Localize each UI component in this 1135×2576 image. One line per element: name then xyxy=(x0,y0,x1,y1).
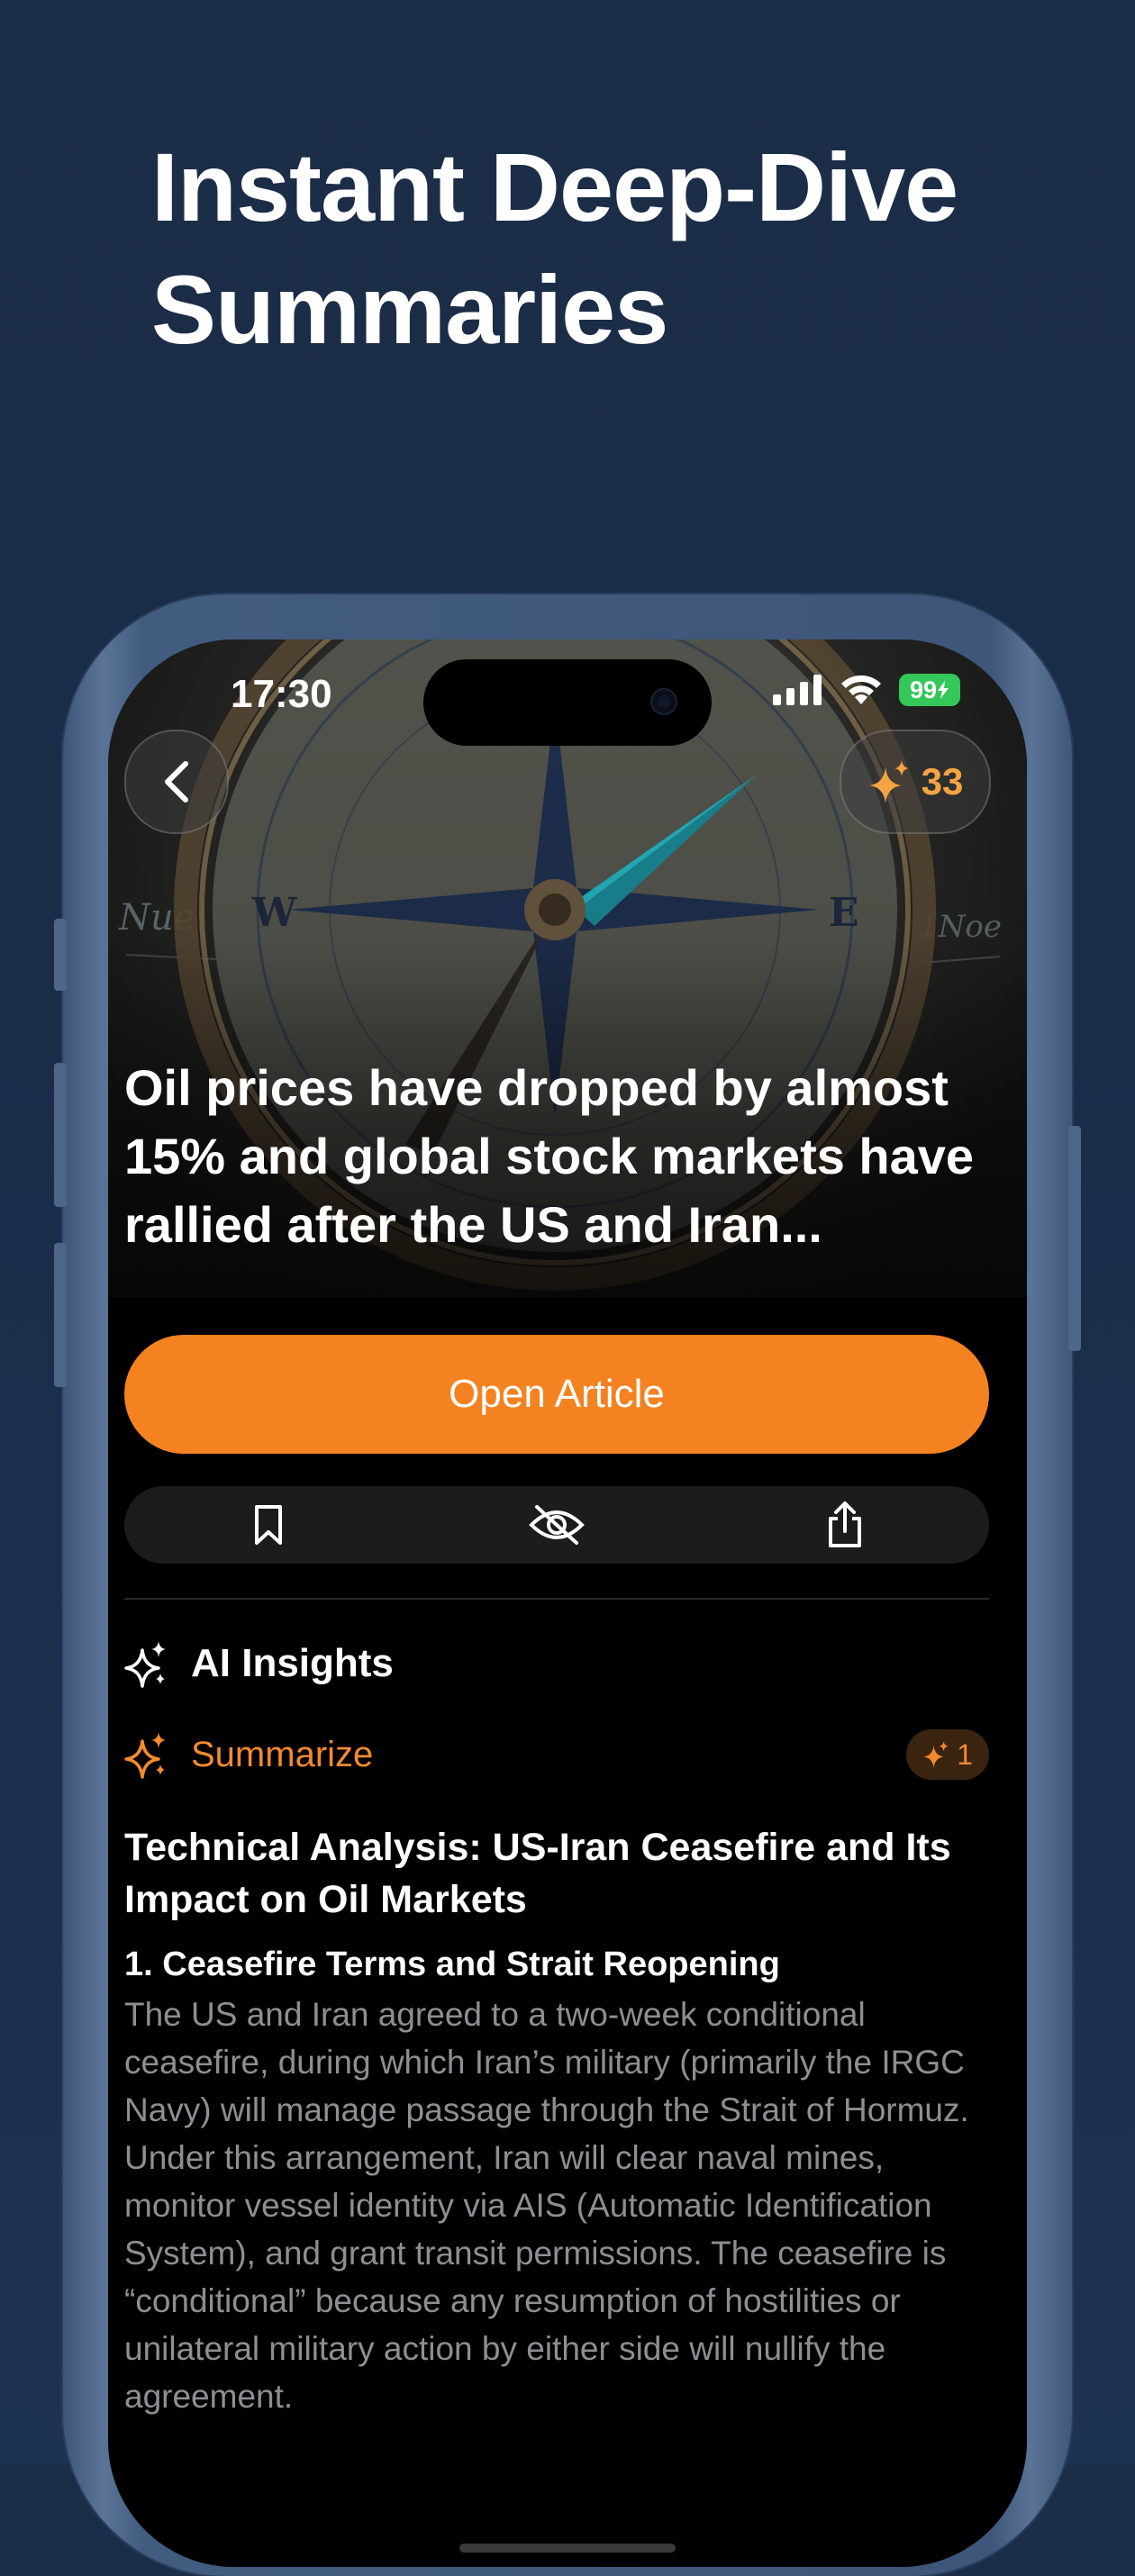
credits-count: 33 xyxy=(921,760,964,803)
summary-section-heading: 1. Ceasefire Terms and Strait Reopening xyxy=(124,1946,780,1983)
open-article-button[interactable]: Open Article xyxy=(124,1335,989,1454)
sparkles-icon xyxy=(124,1732,166,1779)
summarize-label: Summarize xyxy=(191,1734,374,1774)
summary-section-body: The US and Iran agreed to a two-week con… xyxy=(124,1996,969,2415)
battery-indicator: 99 xyxy=(899,674,960,706)
summary-title: Technical Analysis: US-Iran Ceasefire an… xyxy=(124,1826,951,1921)
section-divider xyxy=(124,1598,989,1600)
action-button xyxy=(54,919,67,991)
chevron-left-icon xyxy=(165,761,188,803)
sparkles-icon xyxy=(923,1741,949,1768)
phone-frame: Nue 1Noe W E xyxy=(54,594,1081,2576)
bookmark-icon xyxy=(255,1505,282,1545)
status-icons: 99 xyxy=(773,674,960,706)
home-indicator xyxy=(459,2544,676,2553)
credit-cost: 1 xyxy=(957,1737,973,1771)
bookmark-button[interactable] xyxy=(214,1486,322,1564)
wifi-icon xyxy=(841,675,881,704)
back-button[interactable] xyxy=(124,730,229,834)
volume-up-button xyxy=(54,1063,67,1207)
article-title: Oil prices have dropped by almost 15% an… xyxy=(124,1059,975,1253)
battery-level: 99 xyxy=(909,676,938,703)
ai-insights-label: AI Insights xyxy=(191,1641,394,1685)
dynamic-island xyxy=(423,659,712,746)
charging-bolt-icon xyxy=(938,681,949,699)
sparkles-icon xyxy=(124,1641,166,1688)
article-action-bar xyxy=(124,1486,989,1564)
share-icon xyxy=(829,1501,861,1547)
eye-slash-icon xyxy=(529,1505,585,1545)
share-button[interactable] xyxy=(791,1486,899,1564)
volume-down-button xyxy=(54,1243,67,1387)
credits-button[interactable]: 33 xyxy=(840,730,991,834)
credit-cost-badge: 1 xyxy=(906,1729,989,1780)
front-camera xyxy=(652,690,676,713)
summarize-row[interactable]: Summarize 1 xyxy=(124,1729,989,1780)
ai-insights-header: AI Insights xyxy=(124,1639,394,1688)
status-time: 17:30 xyxy=(231,672,332,716)
sparkles-icon xyxy=(868,760,909,803)
power-button xyxy=(1068,1126,1081,1351)
promo-headline: Instant Deep-Dive Summaries xyxy=(151,132,958,364)
hide-button[interactable] xyxy=(503,1486,611,1564)
cellular-signal-icon xyxy=(773,675,822,705)
summarize-button[interactable]: Summarize xyxy=(124,1730,373,1779)
phone-screen: Nue 1Noe W E xyxy=(108,639,1027,2567)
